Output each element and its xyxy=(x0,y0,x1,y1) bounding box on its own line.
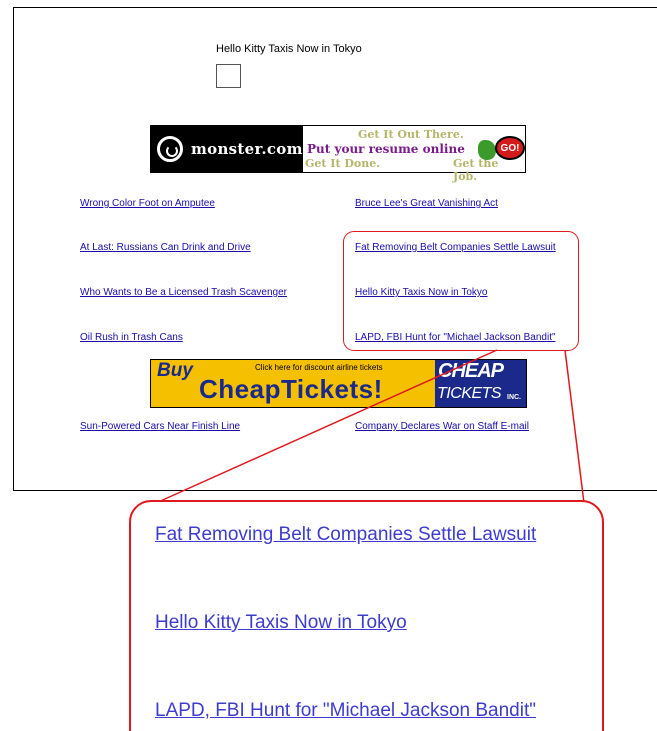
monster-line-1: Get It Out There. xyxy=(358,128,464,141)
zoom-link-1[interactable]: Fat Removing Belt Companies Settle Lawsu… xyxy=(155,524,536,546)
callout-zoom-panel: Fat Removing Belt Companies Settle Lawsu… xyxy=(129,500,604,731)
monster-line-4: Get the Job. xyxy=(453,157,499,183)
zoom-link-3[interactable]: LAPD, FBI Hunt for "Michael Jackson Band… xyxy=(155,700,536,722)
story-link-right-1[interactable]: Bruce Lee's Great Vanishing Act xyxy=(355,198,498,209)
story-link-left-4[interactable]: Oil Rush in Trash Cans xyxy=(80,332,183,343)
cheaptickets-logo-line-1: CHEAP xyxy=(438,360,504,382)
story-link-left-5[interactable]: Sun-Powered Cars Near Finish Line xyxy=(80,421,240,432)
title-image-placeholder xyxy=(216,64,241,88)
monster-line-2: Put your resume online xyxy=(307,142,465,156)
cheaptickets-buy-text: Buy xyxy=(157,360,193,381)
monster-banner-ad[interactable]: monster.com Get It Out There. Put your r… xyxy=(150,125,526,183)
zoom-link-2[interactable]: Hello Kitty Taxis Now in Tokyo xyxy=(155,612,407,634)
story-link-left-1[interactable]: Wrong Color Foot on Amputee xyxy=(80,198,215,209)
monster-brand: monster.com xyxy=(191,140,303,158)
cheaptickets-tagline: Click here for discount airline tickets xyxy=(255,363,383,372)
story-link-left-2[interactable]: At Last: Russians Can Drink and Drive xyxy=(80,242,251,253)
monster-tagline-area: Get It Out There. Put your resume online… xyxy=(303,126,525,183)
cheaptickets-logo-suffix: INC. xyxy=(507,394,521,401)
cheaptickets-main-text: CheapTickets! xyxy=(199,374,383,404)
story-link-right-4[interactable]: LAPD, FBI Hunt for "Michael Jackson Band… xyxy=(355,332,556,343)
cheaptickets-logo: CHEAP TICKETS INC. xyxy=(435,360,526,407)
story-link-right-5[interactable]: Company Declares War on Staff E-mail xyxy=(355,421,529,432)
story-link-right-2[interactable]: Fat Removing Belt Companies Settle Lawsu… xyxy=(355,242,556,253)
story-link-left-3[interactable]: Who Wants to Be a Licensed Trash Scaveng… xyxy=(80,287,287,298)
cheaptickets-main-area: Buy Click here for discount airline tick… xyxy=(151,360,435,407)
monster-go-button[interactable]: GO! xyxy=(495,136,525,160)
page-title: Hello Kitty Taxis Now in Tokyo xyxy=(216,43,362,55)
monster-line-3: Get It Done. xyxy=(305,157,381,170)
monster-logo-icon xyxy=(157,136,183,162)
cheaptickets-banner-ad[interactable]: Buy Click here for discount airline tick… xyxy=(150,359,527,408)
monster-mascot-icon xyxy=(478,140,496,160)
monster-logo-area: monster.com xyxy=(151,126,303,172)
story-link-right-3[interactable]: Hello Kitty Taxis Now in Tokyo xyxy=(355,287,487,298)
cheaptickets-logo-line-2: TICKETS xyxy=(437,385,502,402)
